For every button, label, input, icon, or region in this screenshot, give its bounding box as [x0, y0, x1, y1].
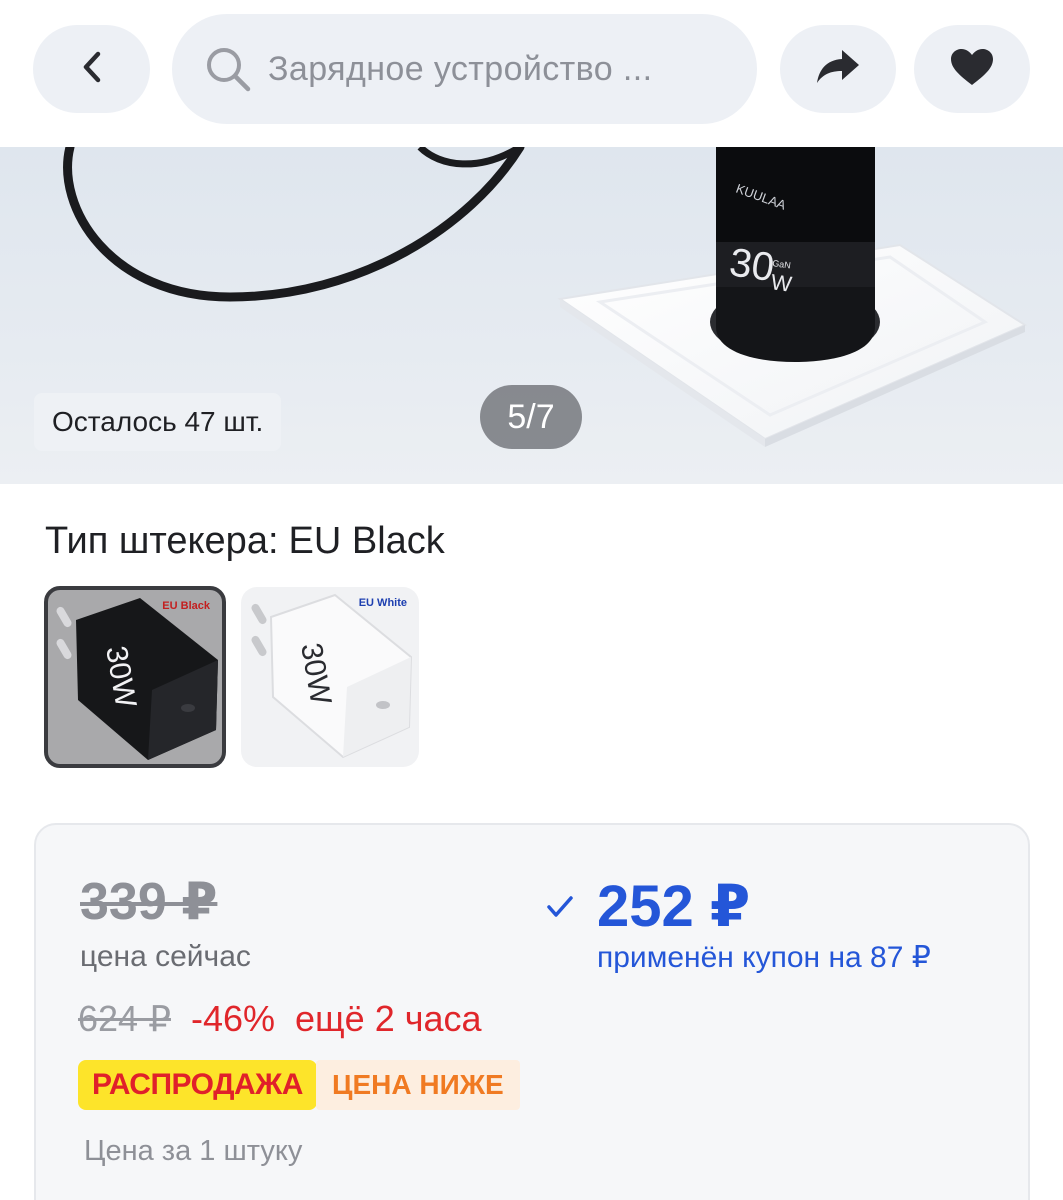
variant-option-eu-white[interactable]: EU White 30W — [241, 587, 419, 767]
original-price: 624 ₽ — [78, 998, 171, 1039]
old-price: 339 ₽ — [80, 873, 218, 931]
coupon-price[interactable]: 252 ₽ — [597, 872, 750, 940]
variant-option-label: EU Black — [162, 600, 210, 612]
gallery-page-indicator: 5/7 — [480, 385, 582, 449]
favorite-button[interactable] — [914, 25, 1030, 113]
back-button[interactable] — [33, 25, 150, 113]
sale-timer: ещё 2 часа — [295, 998, 482, 1039]
share-arrow-icon — [815, 48, 861, 91]
heart-icon — [949, 47, 995, 92]
variant-label: Тип штекера: — [45, 520, 279, 562]
price-now-label: цена сейчас — [80, 940, 251, 973]
lower-price-badge: ЦЕНА НИЖЕ — [316, 1060, 520, 1110]
charger-white-image: 30W — [251, 593, 413, 759]
chevron-left-icon — [81, 50, 103, 89]
variant-title: Тип штекера: EU Black — [45, 520, 445, 563]
share-button[interactable] — [780, 25, 896, 113]
variant-option-eu-black[interactable]: EU Black 30W — [44, 586, 226, 768]
stock-badge: Осталось 47 шт. — [34, 393, 282, 451]
charger-black-image: 30W — [56, 598, 218, 760]
original-price-row: 624 ₽ -46% ещё 2 часа — [78, 998, 482, 1040]
check-icon — [546, 893, 574, 921]
power-unit-label: W — [769, 269, 793, 297]
discount-percent: -46% — [190, 998, 276, 1039]
search-input[interactable]: Зарядное устройство ... — [172, 14, 757, 124]
sale-badge: РАСПРОДАЖА — [78, 1060, 317, 1110]
search-placeholder: Зарядное устройство ... — [268, 49, 653, 88]
variant-selected-value: EU Black — [288, 520, 445, 562]
search-icon — [204, 45, 252, 93]
coupon-note[interactable]: применён купон на 87 ₽ — [597, 940, 931, 975]
unit-price-note: Цена за 1 штуку — [84, 1135, 303, 1167]
top-bar: Зарядное устройство ... — [0, 0, 1063, 147]
power-label: 30 — [727, 240, 777, 290]
variant-option-label: EU White — [358, 597, 407, 609]
